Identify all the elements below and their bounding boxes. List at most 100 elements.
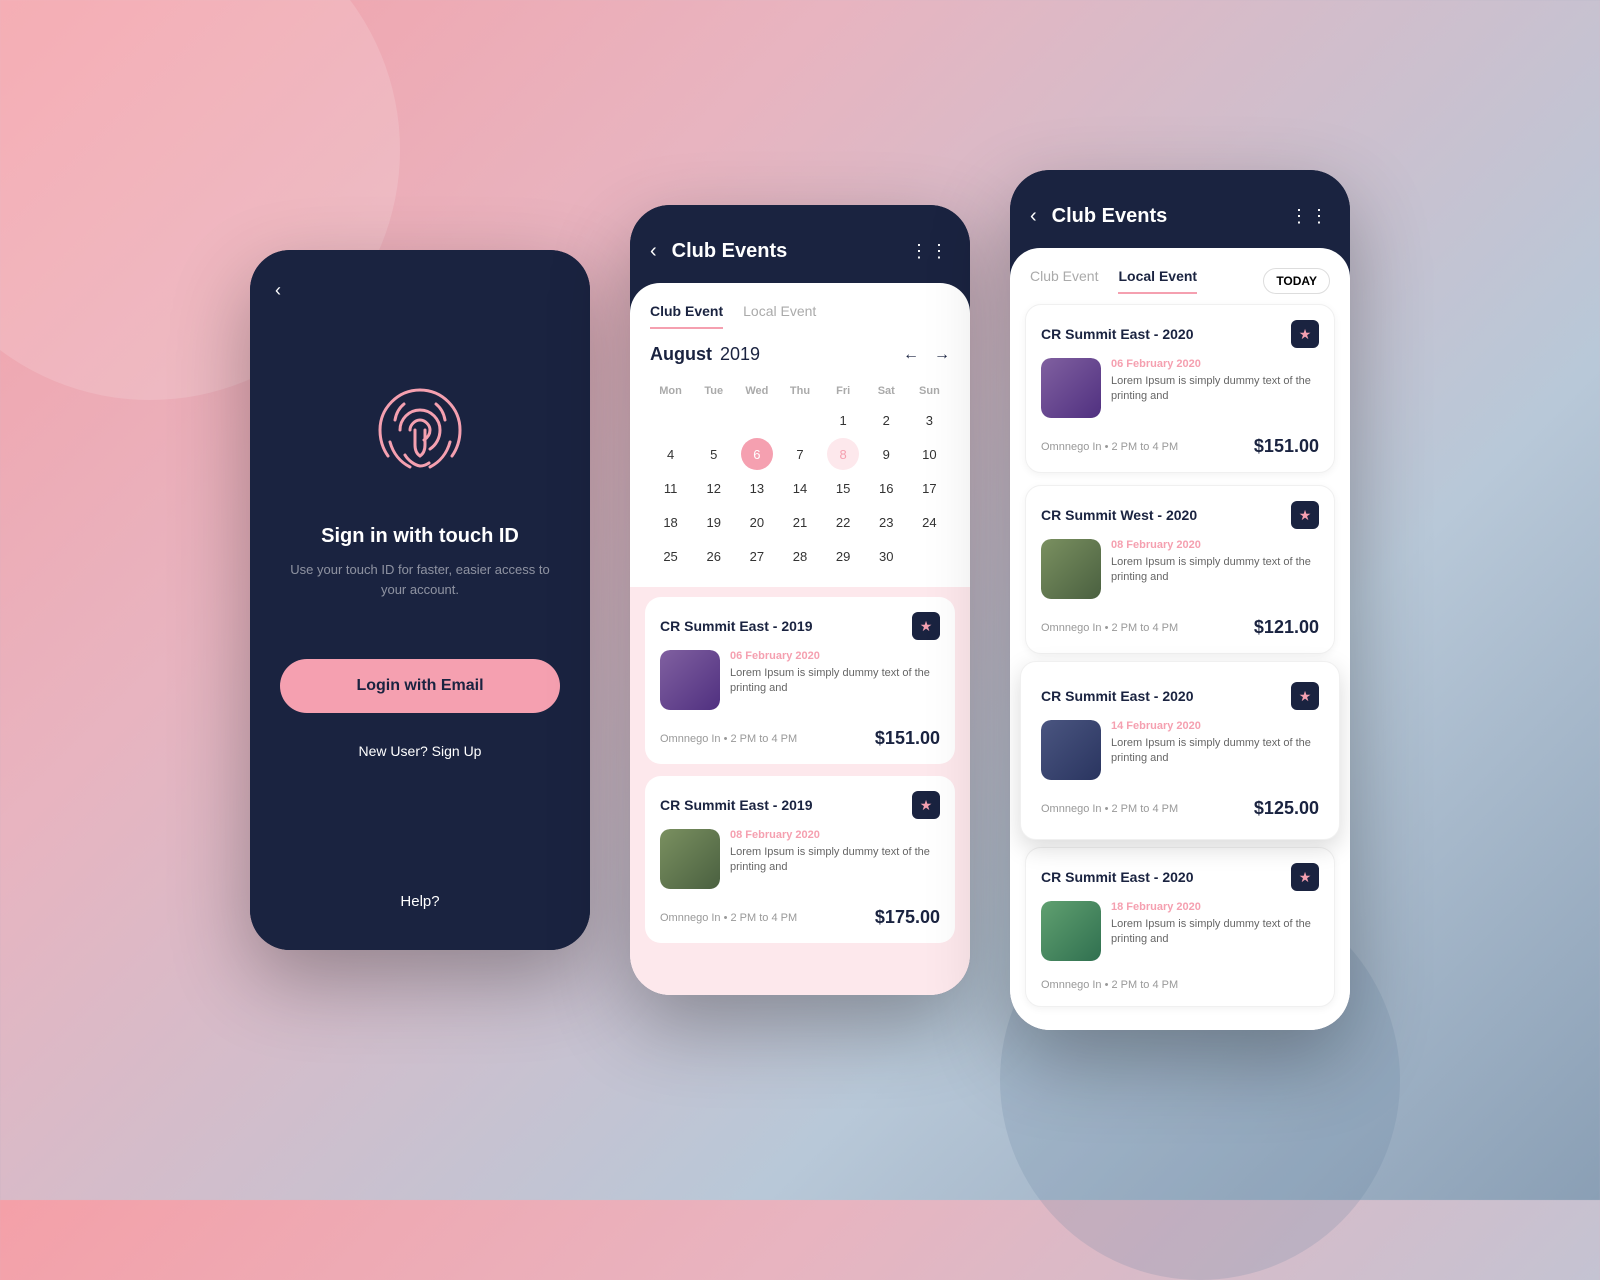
dots-menu-2[interactable]: ⋮⋮ — [910, 241, 950, 262]
cal-day[interactable]: 5 — [698, 438, 730, 470]
bookmark-icon[interactable]: ★ — [1291, 682, 1319, 710]
event-date: 18 February 2020 — [1111, 901, 1319, 913]
weekday-tue: Tue — [693, 380, 734, 402]
events-body-2: Club Event Local Event August 2019 ← → M… — [630, 283, 970, 995]
event-date: 08 February 2020 — [730, 829, 940, 841]
back-button-3[interactable]: ‹ — [1030, 205, 1037, 228]
bookmark-icon[interactable]: ★ — [1291, 501, 1319, 529]
event-card-header: CR Summit East - 2020 ★ — [1041, 682, 1319, 710]
cal-day[interactable]: 10 — [913, 438, 945, 470]
tab-club-event-3[interactable]: Club Event — [1030, 268, 1098, 294]
event-image — [660, 650, 720, 710]
event-title: CR Summit East - 2020 — [1041, 688, 1194, 704]
event-title: CR Summit East - 2019 — [660, 618, 813, 634]
login-screen: ‹ Sign in with touch ID Use your touch I… — [250, 250, 590, 950]
events-list-2: CR Summit East - 2019 ★ 06 February 2020… — [630, 587, 970, 995]
cal-day — [784, 404, 816, 436]
cal-day[interactable]: 4 — [655, 438, 687, 470]
weekday-sat: Sat — [866, 380, 907, 402]
event-location: Omnnego In • 2 PM to 4 PM — [1041, 979, 1178, 991]
event-details: 08 February 2020 Lorem Ipsum is simply d… — [730, 829, 940, 889]
event-location: Omnnego In • 2 PM to 4 PM — [1041, 803, 1178, 815]
tabs-2: Club Event Local Event — [630, 283, 970, 329]
prev-month-button[interactable]: ← — [903, 346, 919, 364]
cal-day[interactable]: 21 — [784, 506, 816, 538]
cal-day[interactable]: 18 — [655, 506, 687, 538]
bookmark-icon[interactable]: ★ — [1291, 320, 1319, 348]
cal-day[interactable]: 1 — [827, 404, 859, 436]
event-price: $151.00 — [1254, 436, 1319, 457]
new-user-link[interactable]: New User? Sign Up — [359, 743, 482, 759]
cal-day[interactable]: 2 — [870, 404, 902, 436]
cal-day[interactable]: 22 — [827, 506, 859, 538]
cal-day[interactable]: 15 — [827, 472, 859, 504]
bookmark-icon[interactable]: ★ — [1291, 863, 1319, 891]
cal-day[interactable]: 20 — [741, 506, 773, 538]
cal-day[interactable]: 23 — [870, 506, 902, 538]
cal-day[interactable]: 12 — [698, 472, 730, 504]
cal-day[interactable]: 27 — [741, 540, 773, 572]
event-card-3-elevated[interactable]: CR Summit East - 2020 ★ 14 February 2020… — [1020, 661, 1340, 840]
events-header-2: ‹ Club Events ⋮⋮ — [630, 205, 970, 283]
dots-menu-3[interactable]: ⋮⋮ — [1290, 206, 1330, 227]
event-card-body: 06 February 2020 Lorem Ipsum is simply d… — [660, 650, 940, 710]
event-desc: Lorem Ipsum is simply dummy text of the … — [1111, 555, 1319, 586]
event-image — [1041, 539, 1101, 599]
sign-in-title: Sign in with touch ID — [321, 525, 519, 548]
event-card-header: CR Summit West - 2020 ★ — [1041, 501, 1319, 529]
cal-day[interactable]: 29 — [827, 540, 859, 572]
cal-day[interactable]: 19 — [698, 506, 730, 538]
event-card[interactable]: CR Summit East - 2019 ★ 08 February 2020… — [645, 776, 955, 943]
back-button-2[interactable]: ‹ — [650, 240, 657, 263]
bookmark-icon[interactable]: ★ — [912, 612, 940, 640]
cal-day[interactable]: 24 — [913, 506, 945, 538]
event-card-footer: Omnnego In • 2 PM to 4 PM — [1041, 971, 1319, 991]
cal-day[interactable]: 17 — [913, 472, 945, 504]
bookmark-icon[interactable]: ★ — [912, 791, 940, 819]
cal-day[interactable]: 28 — [784, 540, 816, 572]
event-details: 06 February 2020 Lorem Ipsum is simply d… — [730, 650, 940, 710]
cal-day[interactable]: 16 — [870, 472, 902, 504]
event-image — [1041, 901, 1101, 961]
event-details: 14 February 2020 Lorem Ipsum is simply d… — [1111, 720, 1319, 780]
event-card-body: 18 February 2020 Lorem Ipsum is simply d… — [1041, 901, 1319, 961]
event-card-body: 08 February 2020 Lorem Ipsum is simply d… — [660, 829, 940, 889]
event-date: 06 February 2020 — [1111, 358, 1319, 370]
event-card-footer: Omnnego In • 2 PM to 4 PM $151.00 — [660, 720, 940, 749]
login-email-button[interactable]: Login with Email — [280, 659, 560, 713]
today-button[interactable]: TODAY — [1263, 268, 1330, 294]
cal-day[interactable]: 13 — [741, 472, 773, 504]
cal-day[interactable]: 30 — [870, 540, 902, 572]
calendar: August 2019 ← → Mon Tue Wed Thu Fri Sat … — [630, 329, 970, 587]
cal-day[interactable]: 26 — [698, 540, 730, 572]
cal-day[interactable]: 14 — [784, 472, 816, 504]
event-card-header: CR Summit East - 2019 ★ — [660, 791, 940, 819]
event-card[interactable]: CR Summit East - 2019 ★ 06 February 2020… — [645, 597, 955, 764]
cal-day[interactable]: 11 — [655, 472, 687, 504]
next-month-button[interactable]: → — [934, 346, 950, 364]
back-button[interactable]: ‹ — [275, 280, 281, 301]
event-card-3[interactable]: CR Summit East - 2020 ★ 06 February 2020… — [1025, 304, 1335, 473]
calendar-year: 2019 — [720, 344, 760, 365]
tab-local-event-3[interactable]: Local Event — [1118, 268, 1197, 294]
phone-events-calendar: ‹ Club Events ⋮⋮ Club Event Local Event … — [630, 205, 970, 995]
cal-day — [741, 404, 773, 436]
event-card-3[interactable]: CR Summit West - 2020 ★ 08 February 2020… — [1025, 485, 1335, 654]
event-image — [1041, 358, 1101, 418]
event-image — [660, 829, 720, 889]
cal-day[interactable]: 9 — [870, 438, 902, 470]
event-card-body: 08 February 2020 Lorem Ipsum is simply d… — [1041, 539, 1319, 599]
cal-day[interactable]: 7 — [784, 438, 816, 470]
tabs-3: Club Event Local Event TODAY — [1010, 248, 1350, 294]
tab-club-event-2[interactable]: Club Event — [650, 303, 723, 329]
event-title: CR Summit East - 2020 — [1041, 869, 1194, 885]
cal-day-6[interactable]: 6 — [741, 438, 773, 470]
cal-day[interactable]: 3 — [913, 404, 945, 436]
tab-local-event-2[interactable]: Local Event — [743, 303, 816, 329]
help-link[interactable]: Help? — [400, 893, 439, 910]
cal-day[interactable]: 25 — [655, 540, 687, 572]
event-card-header: CR Summit East - 2019 ★ — [660, 612, 940, 640]
event-card-3[interactable]: CR Summit East - 2020 ★ 18 February 2020… — [1025, 847, 1335, 1007]
cal-day-8[interactable]: 8 — [827, 438, 859, 470]
events-title-3: Club Events — [1052, 205, 1290, 228]
